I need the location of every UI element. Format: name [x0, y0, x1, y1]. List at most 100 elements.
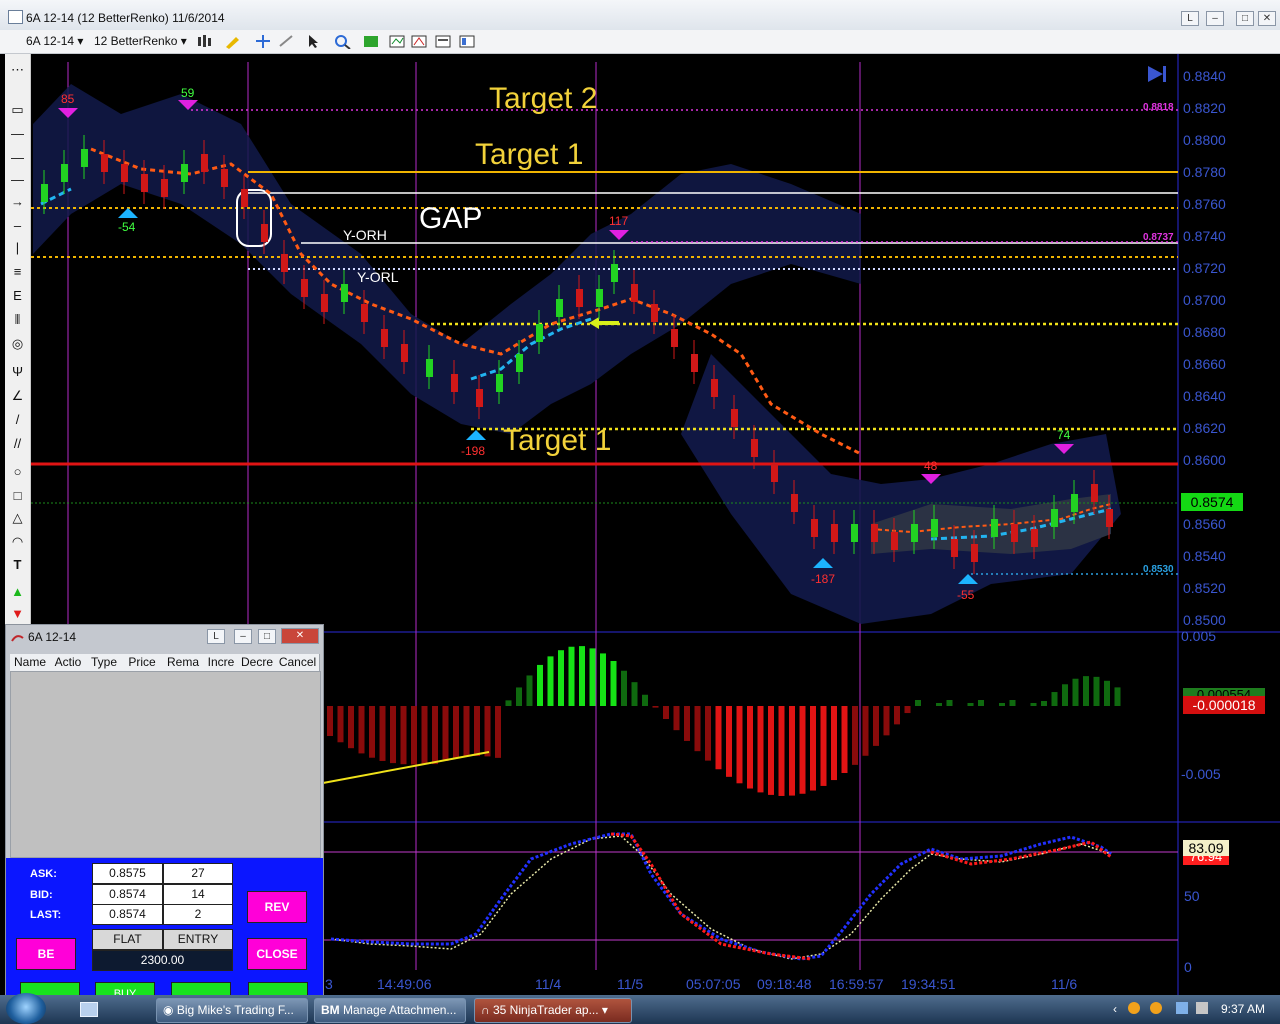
breakeven-button[interactable]: BE: [16, 938, 76, 970]
price-tick-label: 0.8520: [1183, 580, 1226, 596]
close-position-button[interactable]: CLOSE: [247, 938, 307, 970]
volume-icon[interactable]: [1196, 1002, 1208, 1014]
renko-bar: [691, 354, 698, 372]
macd-bar: [999, 703, 1005, 706]
start-button[interactable]: [6, 993, 46, 1024]
macd-bar: [348, 706, 354, 749]
tray-app-icon[interactable]: [1150, 1002, 1162, 1014]
show-desktop-icon[interactable]: [80, 1002, 98, 1017]
crosshair-icon[interactable]: [254, 34, 270, 49]
indicators-icon[interactable]: [388, 34, 405, 49]
column-header-name[interactable]: Name: [10, 654, 51, 671]
arrow-up-tool-icon[interactable]: ▲: [9, 584, 26, 600]
link-button[interactable]: L: [1181, 11, 1199, 26]
ruler-tool-icon[interactable]: ▭: [9, 102, 26, 118]
vertical-line-tool-icon[interactable]: |: [9, 240, 26, 256]
close-button[interactable]: ✕: [281, 628, 319, 644]
column-header-remaining[interactable]: Rema: [162, 654, 205, 671]
macd-bar: [327, 706, 333, 736]
arc-tool-icon[interactable]: ◠: [9, 534, 26, 550]
macd-bar: [852, 706, 858, 765]
renko-bar: [1091, 484, 1098, 502]
fib-time-tool-icon[interactable]: ⦀: [9, 312, 26, 328]
time-tick-label: 16:59:57: [829, 976, 884, 992]
andrews-pitchfork-tool-icon[interactable]: Ψ: [9, 364, 26, 380]
bar-style-icon[interactable]: [196, 34, 212, 49]
macd-bar: [1009, 700, 1016, 706]
level-label: 0.8530: [1143, 564, 1174, 575]
maximize-button[interactable]: □: [1236, 11, 1254, 26]
macd-bar: [684, 706, 690, 741]
renko-bar: [401, 344, 408, 362]
data-box-icon[interactable]: [362, 34, 378, 49]
triangle-tool-icon[interactable]: △: [9, 510, 26, 526]
horizontal-line-tool-icon[interactable]: –: [9, 218, 26, 234]
zoom-icon[interactable]: [334, 34, 351, 50]
taskbar-item-browser[interactable]: ◉ Big Mike's Trading F...: [156, 998, 308, 1023]
arrow-down-tool-icon[interactable]: ▼: [9, 606, 26, 622]
renko-bar: [341, 284, 348, 302]
instrument-selector[interactable]: 6A 12-14 ▾: [26, 34, 83, 48]
fib-extension-tool-icon[interactable]: E: [9, 288, 26, 304]
line-tool-icon[interactable]: —: [9, 126, 26, 142]
renko-bar: [476, 389, 483, 407]
renko-bar: [201, 154, 208, 172]
column-header-decrease[interactable]: Decre: [238, 654, 277, 671]
macd-bar: [673, 706, 680, 731]
chart-trader-icon[interactable]: [458, 34, 475, 49]
rectangle-tool-icon[interactable]: □: [9, 488, 26, 504]
extended-line-tool-icon[interactable]: —: [9, 172, 26, 188]
close-button[interactable]: ✕: [1258, 11, 1276, 26]
column-header-cancel[interactable]: Cancel: [276, 654, 320, 671]
link-button[interactable]: L: [207, 629, 225, 644]
tray-expand-icon[interactable]: ‹: [1113, 1002, 1117, 1016]
column-header-increase[interactable]: Incre: [204, 654, 239, 671]
ray-tool-icon[interactable]: —: [9, 150, 26, 166]
renko-bar: [536, 324, 543, 342]
system-clock[interactable]: 9:37 AM: [1221, 1002, 1265, 1016]
taskbar-item-ninjatrader[interactable]: ∩ 35 NinjaTrader ap... ▾: [474, 998, 632, 1023]
strategies-icon[interactable]: [410, 34, 427, 49]
renko-bar: [221, 169, 228, 187]
fib-retracement-tool-icon[interactable]: ≡: [9, 264, 26, 280]
column-header-action[interactable]: Actio: [50, 654, 87, 671]
ask-label: ASK:: [30, 868, 57, 880]
bar-type-selector[interactable]: 12 BetterRenko ▾: [94, 34, 187, 48]
column-header-type[interactable]: Type: [86, 654, 123, 671]
ellipse-tool-icon[interactable]: ○: [9, 464, 26, 480]
trend-channel-tool-icon[interactable]: //: [9, 436, 26, 452]
annotation-target-1-upper: Target 1: [475, 138, 584, 171]
orders-grid[interactable]: [10, 671, 321, 858]
renko-bar: [261, 224, 268, 242]
regression-channel-tool-icon[interactable]: /: [9, 412, 26, 428]
minimize-button[interactable]: –: [234, 629, 252, 644]
gann-fan-tool-icon[interactable]: ∠: [9, 388, 26, 404]
cursor-icon[interactable]: [306, 34, 322, 49]
renko-bar: [971, 544, 978, 562]
tray-app-icon[interactable]: [1128, 1002, 1140, 1014]
arrow-line-tool-icon[interactable]: →: [9, 194, 26, 210]
network-icon[interactable]: [1176, 1002, 1188, 1014]
macd-bar: [1030, 703, 1037, 706]
macd-bar: [453, 706, 459, 759]
text-tool-icon[interactable]: T: [9, 557, 26, 573]
pointer-tool-icon[interactable]: ⋯: [9, 62, 26, 78]
macd-bar: [463, 706, 470, 757]
fib-circle-tool-icon[interactable]: ◎: [9, 336, 26, 352]
price-tick-label: 0.8640: [1183, 388, 1226, 404]
macd-bar: [1093, 676, 1100, 706]
price-tick-label: 0.8720: [1183, 260, 1226, 276]
macd-bar: [726, 706, 732, 777]
macd-axis-label: -0.005: [1181, 766, 1221, 782]
column-header-price[interactable]: Price: [122, 654, 163, 671]
price-tick-label: 0.8820: [1183, 100, 1226, 116]
reverse-button[interactable]: REV: [247, 891, 307, 923]
minimize-button[interactable]: –: [1206, 11, 1224, 26]
pencil-icon[interactable]: [224, 34, 240, 49]
restore-button[interactable]: □: [258, 629, 276, 644]
macd-bar: [778, 706, 785, 796]
chart-properties-icon[interactable]: [434, 34, 451, 49]
taskbar-item-attachments[interactable]: BM Manage Attachmen...: [314, 998, 466, 1023]
hide-drawings-icon[interactable]: [278, 34, 294, 49]
renko-bar: [141, 174, 148, 192]
